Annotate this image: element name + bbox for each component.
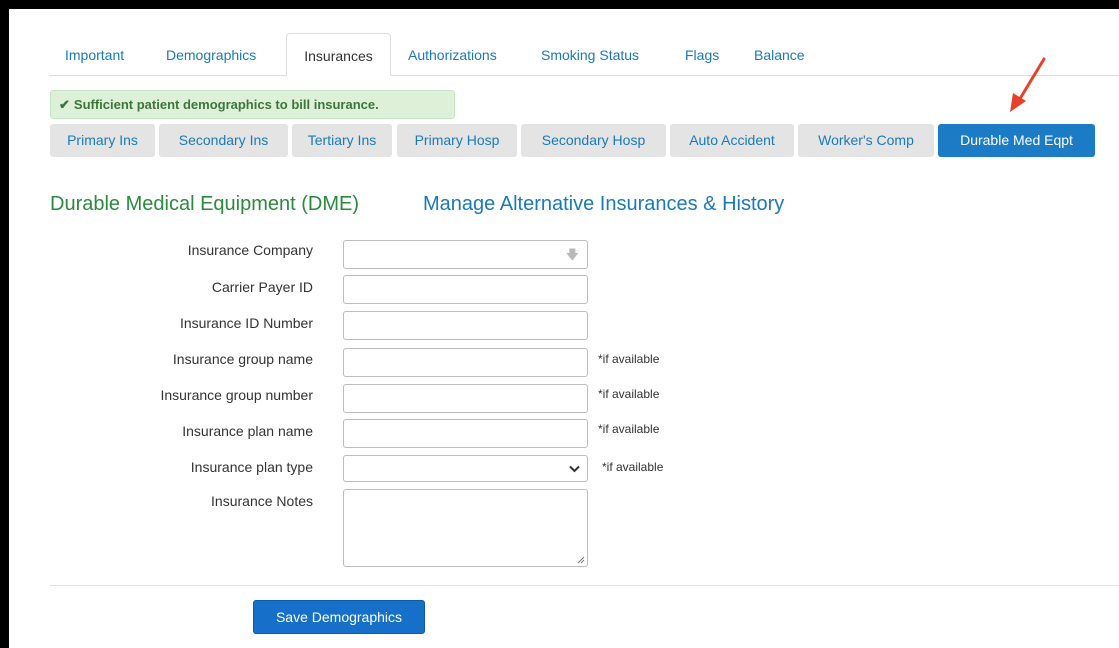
carrier-payer-id-label: Carrier Payer ID [211,279,313,295]
insurance-notes-label: Insurance Notes [211,493,313,509]
tab-authorizations[interactable]: Authorizations [408,33,497,75]
resize-handle-icon[interactable] [577,556,585,564]
tab-important[interactable]: Important [65,33,124,75]
group-name-label: Insurance group name [172,351,313,367]
tab-flags[interactable]: Flags [685,33,719,75]
group-number-input[interactable] [343,384,588,413]
plan-name-hint: *if available [598,422,660,436]
section-title: Durable Medical Equipment (DME) [50,193,360,215]
subtab-primary-hosp[interactable]: Primary Hosp [397,124,517,157]
subtab-auto-accident[interactable]: Auto Accident [670,124,794,157]
plan-type-select[interactable] [343,455,588,482]
plan-type-label: Insurance plan type [190,459,313,475]
group-number-hint: *if available [598,387,660,401]
arrow-down-icon: 🡇 [565,247,579,262]
subtab-tertiary-ins[interactable]: Tertiary Ins [292,124,392,157]
tab-balance[interactable]: Balance [754,33,805,75]
subtab-secondary-hosp[interactable]: Secondary Hosp [521,124,666,157]
subtab-workers-comp[interactable]: Worker's Comp [798,124,934,157]
manage-insurances-link[interactable]: Manage Alternative Insurances & History [423,193,784,216]
plan-name-label: Insurance plan name [182,423,313,439]
plan-name-input[interactable] [343,419,588,448]
demographics-status-alert: ✔ Sufficient patient demographics to bill… [50,90,455,119]
insurance-company-label: Insurance Company [187,242,313,258]
subtab-secondary-ins[interactable]: Secondary Ins [159,124,288,157]
alert-text: Sufficient patient demographics to bill … [73,97,379,112]
insurance-id-number-label: Insurance ID Number [179,315,313,331]
plan-type-hint: *if available [602,460,664,474]
group-number-label: Insurance group number [160,387,313,403]
insurance-notes-textarea[interactable] [343,489,588,567]
form-divider [50,585,1119,586]
check-icon: ✔ [59,97,70,112]
tab-insurances[interactable]: Insurances [286,33,391,76]
subtab-primary-ins[interactable]: Primary Ins [50,124,155,157]
chevron-down-icon [569,465,580,473]
app-frame: Important Demographics Insurances Author… [0,0,1119,648]
insurance-id-number-input[interactable] [343,311,588,340]
top-tab-bar: Important Demographics Insurances Author… [49,33,1119,76]
tab-demographics[interactable]: Demographics [166,33,256,75]
annotation-arrow-icon [1010,57,1046,112]
group-name-hint: *if available [598,352,660,366]
subtab-durable-med-eqpt[interactable]: Durable Med Eqpt [938,124,1095,157]
tab-smoking-status[interactable]: Smoking Status [541,33,639,75]
insurance-company-dropdown[interactable]: 🡇 [343,240,588,269]
save-demographics-button[interactable]: Save Demographics [253,600,425,634]
carrier-payer-id-input[interactable] [343,275,588,304]
group-name-input[interactable] [343,348,588,377]
